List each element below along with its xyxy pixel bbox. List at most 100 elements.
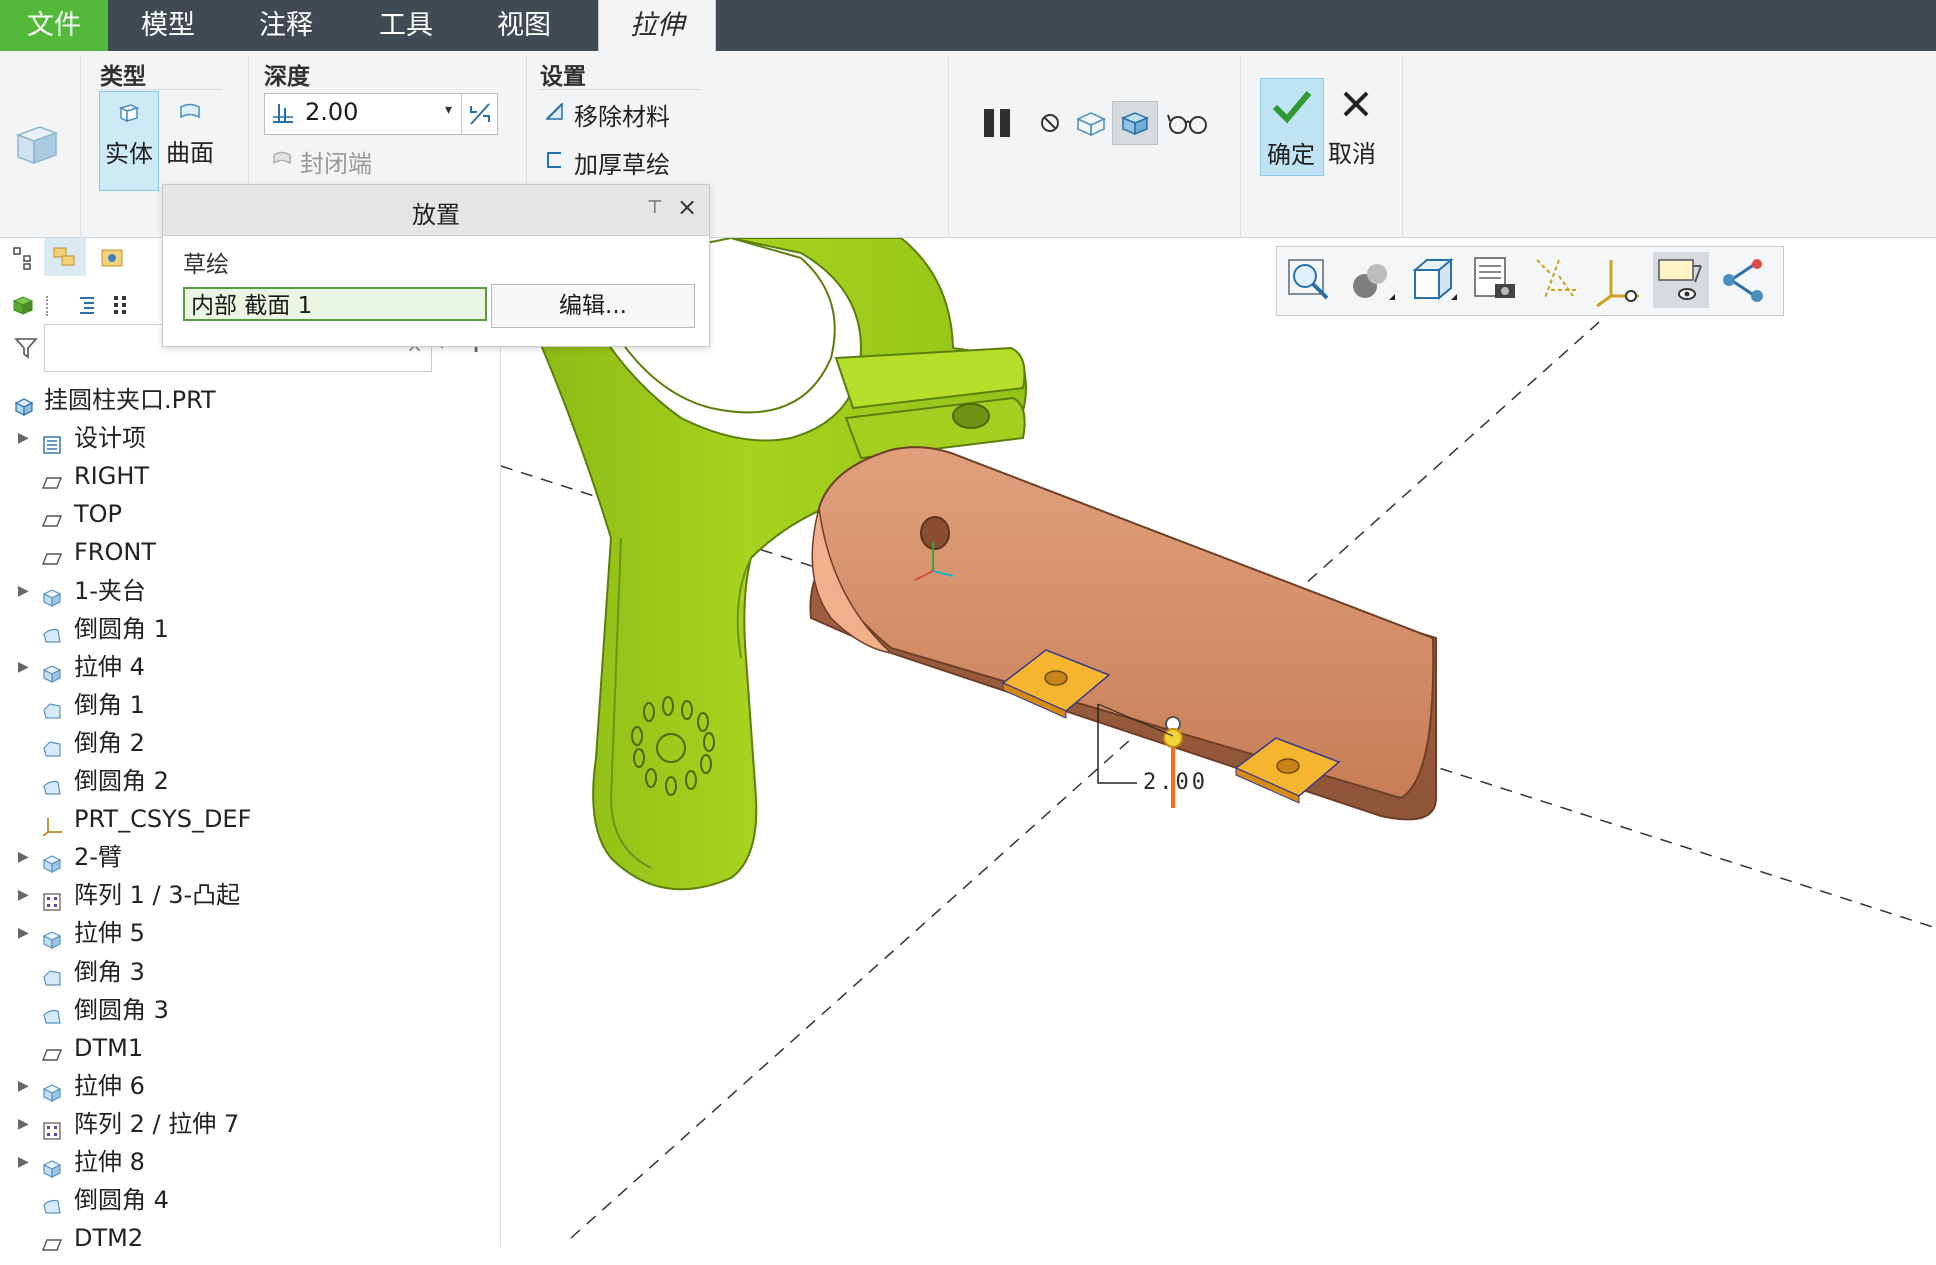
tab-tools[interactable]: 工具 <box>356 0 456 51</box>
tree-item[interactable]: PRT_CSYS_DEF <box>0 801 490 837</box>
tree-item[interactable]: 倒圆角 4 <box>0 1182 490 1218</box>
tree-item[interactable]: 倒角 1 <box>0 687 490 723</box>
tree-item[interactable]: DTM2 <box>0 1220 490 1256</box>
pattern-icon <box>42 886 62 911</box>
model-tree-tab-icon[interactable] <box>12 246 34 270</box>
verify-preview-button[interactable] <box>1112 101 1158 145</box>
tree-settings-icon[interactable] <box>76 294 98 316</box>
sketch-reference-field[interactable]: 内部 截面 1 <box>183 287 487 321</box>
tree-root-item[interactable]: 挂圆柱夹口.PRT <box>0 382 490 418</box>
tree-columns-icon[interactable] <box>112 294 128 316</box>
expand-arrow-icon[interactable]: ▶ <box>18 573 32 609</box>
no-preview-icon[interactable] <box>1038 111 1062 135</box>
saved-views-button[interactable] <box>1405 252 1461 308</box>
tree-item[interactable]: TOP <box>0 496 490 532</box>
tree-item[interactable]: ▶ 拉伸 8 <box>0 1144 490 1180</box>
thicken-sketch-label[interactable]: 加厚草绘 <box>574 145 670 180</box>
view-manager-icon <box>1474 257 1515 298</box>
tree-item-label: 倒角 2 <box>74 729 145 757</box>
tree-item[interactable]: ▶ 1-夹台 <box>0 573 490 609</box>
tree-item[interactable]: ▶ 拉伸 4 <box>0 649 490 685</box>
tree-item[interactable]: ▶ 拉伸 5 <box>0 915 490 951</box>
tree-item-label: 倒圆角 1 <box>74 615 169 643</box>
tree-item-label: 1-夹台 <box>74 577 146 605</box>
datum-plane-icon <box>41 467 63 489</box>
placement-panel-header: 放置 ⊤ × <box>163 185 709 236</box>
annotation-display-button[interactable] <box>1653 252 1709 308</box>
solid-label: 实体 <box>105 140 153 168</box>
edit-sketch-button[interactable]: 编辑... <box>491 284 695 328</box>
model-tree-display-button[interactable] <box>1715 252 1771 308</box>
filter-icon[interactable] <box>14 336 38 360</box>
block-part[interactable] <box>809 446 1437 821</box>
depth-dropdown-icon[interactable]: ▾ <box>445 102 452 118</box>
cancel-button[interactable]: 取消 <box>1326 78 1386 174</box>
tab-file[interactable]: 文件 <box>0 0 108 51</box>
tree-item[interactable]: 倒角 3 <box>0 954 490 990</box>
solid-type-button[interactable]: 实体 <box>99 91 159 191</box>
expand-arrow-icon[interactable]: ▶ <box>18 1068 32 1104</box>
datum-plane-icon <box>41 1229 63 1251</box>
tree-item[interactable]: ▶ 阵列 2 / 拉伸 7 <box>0 1106 490 1142</box>
tree-item[interactable]: ▶ 拉伸 6 <box>0 1068 490 1104</box>
tree-item[interactable]: ▶ 阵列 1 / 3-凸起 <box>0 877 490 913</box>
csys-display-button[interactable] <box>1591 252 1647 308</box>
datum-display-button[interactable] <box>1529 252 1585 308</box>
confirm-button[interactable]: 确定 <box>1260 78 1324 176</box>
tree-item-label: 2-臂 <box>74 843 122 871</box>
expand-arrow-icon[interactable]: ▶ <box>18 915 32 951</box>
remove-material-label[interactable]: 移除材料 <box>574 97 670 132</box>
tree-item-label: 倒圆角 3 <box>74 996 169 1024</box>
remove-material-icon[interactable] <box>544 101 566 123</box>
flip-direction-icon[interactable] <box>467 100 493 128</box>
pause-icon[interactable] <box>980 105 1016 141</box>
display-style-button[interactable] <box>1343 252 1399 308</box>
graphics-viewport[interactable]: 2.00 <box>501 238 1936 1247</box>
tree-item[interactable]: ▶ 设计项 <box>0 420 490 456</box>
expand-arrow-icon[interactable]: ▶ <box>18 1106 32 1142</box>
favorites-tab-icon[interactable] <box>100 246 126 270</box>
csys-icon <box>42 810 62 837</box>
depth-dimension-label[interactable]: 2.00 <box>1143 770 1208 795</box>
tree-item[interactable]: 倒圆角 2 <box>0 763 490 799</box>
tab-model[interactable]: 模型 <box>118 0 218 51</box>
expand-arrow-icon[interactable]: ▶ <box>18 1144 32 1180</box>
tree-item[interactable]: 倒圆角 1 <box>0 611 490 647</box>
expand-arrow-icon[interactable]: ▶ <box>18 839 32 875</box>
glasses-preview-icon[interactable] <box>1166 109 1210 137</box>
pin-icon[interactable]: ⊤ <box>647 197 663 218</box>
tree-item[interactable]: 倒角 2 <box>0 725 490 761</box>
tree-item-label: 倒角 1 <box>74 691 145 719</box>
expand-arrow-icon[interactable]: ▶ <box>18 420 32 456</box>
tree-item[interactable]: 倒圆角 3 <box>0 992 490 1028</box>
folder-browser-tab[interactable] <box>44 238 86 276</box>
model-tree-panel: × ▾ + 挂圆柱夹口.PRT▶设计项RIGHTTOPFRONT▶1-夹台倒圆角… <box>0 238 501 1252</box>
separate-preview-icon[interactable] <box>1074 107 1108 139</box>
depth-value[interactable]: 2.00 <box>305 98 358 126</box>
tab-annotate[interactable]: 注释 <box>236 0 336 51</box>
tab-view[interactable]: 视图 <box>474 0 574 51</box>
show-icon[interactable] <box>12 294 34 316</box>
expand-arrow-icon[interactable]: ▶ <box>18 877 32 913</box>
tab-extrude[interactable]: 拉伸 <box>598 0 716 53</box>
capped-ends-label: 封闭端 <box>300 150 372 178</box>
tree-item[interactable]: RIGHT <box>0 458 490 494</box>
saved-orientation-icon <box>1412 257 1457 301</box>
tree-item-label: RIGHT <box>74 462 150 490</box>
placement-panel: 放置 ⊤ × 草绘 内部 截面 1 编辑... <box>162 184 710 347</box>
tree-item[interactable]: FRONT <box>0 534 490 570</box>
model-view[interactable] <box>501 238 1936 1247</box>
tree-item[interactable]: ▶ 2-臂 <box>0 839 490 875</box>
expand-arrow-icon[interactable]: ▶ <box>18 649 32 685</box>
thicken-sketch-icon[interactable] <box>544 149 566 171</box>
pattern-icon <box>42 1115 62 1140</box>
depth-group-title: 深度 <box>264 64 310 90</box>
depth-handle[interactable] <box>1163 728 1183 748</box>
refit-button[interactable] <box>1281 252 1337 308</box>
depth-value-field[interactable]: 2.00 ▾ <box>264 93 498 135</box>
view-manager-button[interactable] <box>1467 252 1523 308</box>
surface-type-button[interactable]: 曲面 <box>160 91 218 189</box>
close-panel-icon[interactable]: × <box>677 193 697 221</box>
part-icon <box>14 391 34 416</box>
tree-item[interactable]: DTM1 <box>0 1030 490 1066</box>
